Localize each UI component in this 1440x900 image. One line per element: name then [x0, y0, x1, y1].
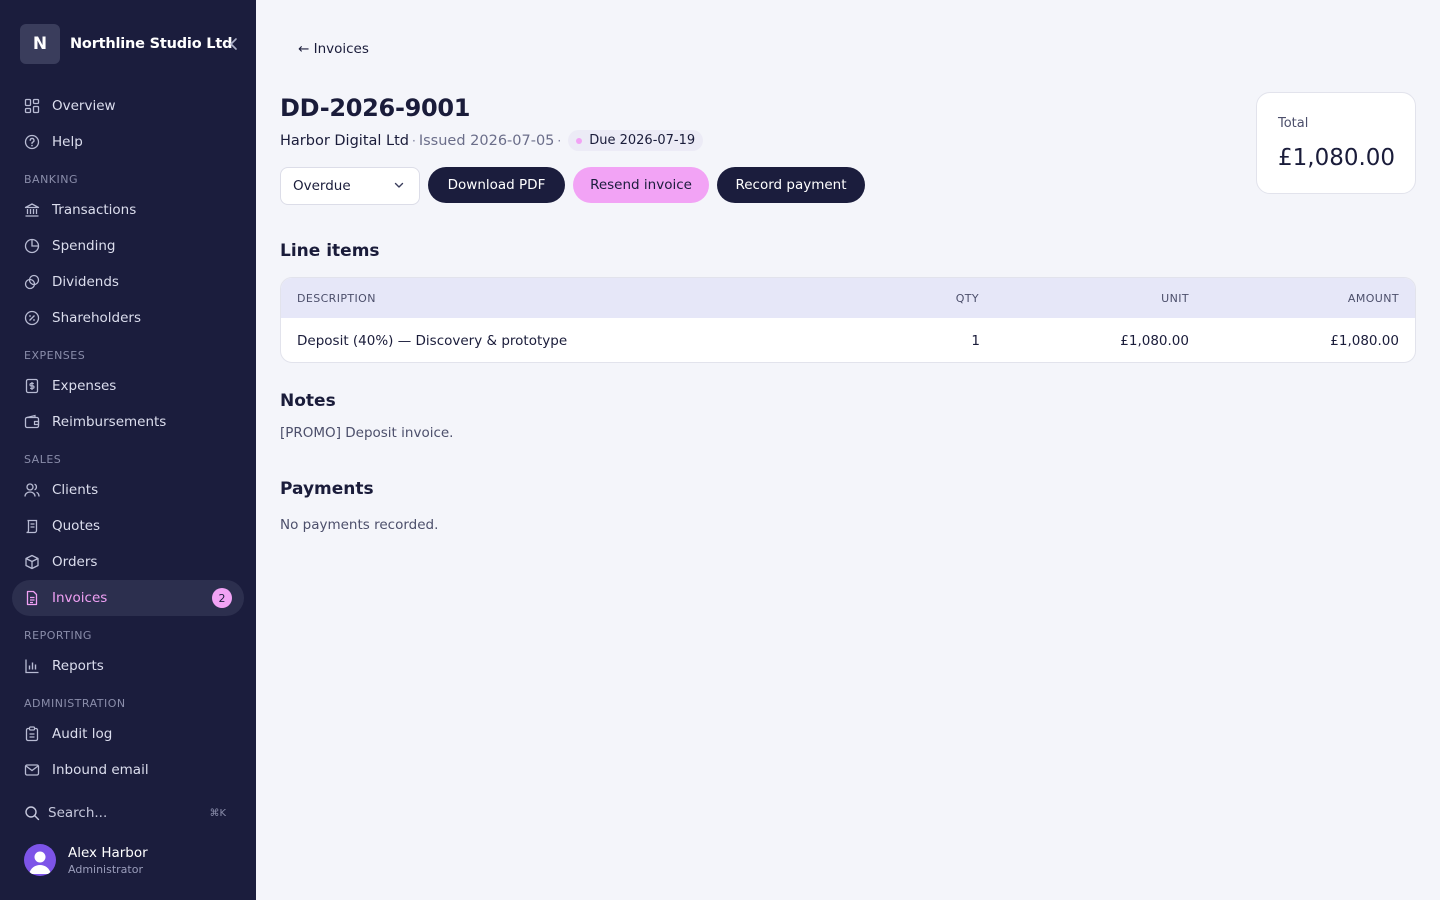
- users-icon: [24, 482, 40, 498]
- search-icon: [24, 805, 40, 821]
- sidebar-item-label: Transactions: [52, 202, 137, 218]
- bank-icon: [24, 202, 40, 218]
- section-heading-reporting: REPORTING: [24, 629, 92, 642]
- wallet-icon: [24, 414, 40, 430]
- brand-name: Northline Studio Ltd: [70, 36, 233, 52]
- table-header: DESCRIPTION QTY UNIT AMOUNT: [281, 278, 1415, 318]
- cell-qty: 1: [971, 333, 980, 349]
- sidebar-item-shareholders[interactable]: Shareholders: [12, 300, 244, 336]
- sidebar-item-help[interactable]: Help: [12, 124, 244, 160]
- payments-heading: Payments: [280, 479, 374, 499]
- column-header-unit: UNIT: [1161, 292, 1189, 305]
- sidebar-item-label: Clients: [52, 482, 99, 498]
- section-heading-banking: BANKING: [24, 173, 79, 186]
- count-badge: 2: [212, 588, 232, 608]
- cell-unit: £1,080.00: [1120, 333, 1189, 349]
- user-name: Alex Harbor: [68, 844, 148, 861]
- sidebar-item-spending[interactable]: Spending: [12, 228, 244, 264]
- brand[interactable]: N Northline Studio Ltd: [20, 24, 232, 64]
- back-to-invoices-link[interactable]: ← Invoices: [298, 41, 369, 57]
- section-heading-expenses: EXPENSES: [24, 349, 86, 362]
- sidebar-item-reimbursements[interactable]: Reimbursements: [12, 404, 244, 440]
- column-header-qty: QTY: [955, 292, 979, 305]
- percent-icon: [24, 310, 40, 326]
- sidebar-item-label: Audit log: [52, 726, 113, 742]
- cell-amount: £1,080.00: [1330, 333, 1399, 349]
- client-name: Harbor Digital Ltd: [280, 132, 409, 149]
- notes-text: [PROMO] Deposit invoice.: [280, 425, 454, 441]
- scroll-icon: [24, 518, 40, 534]
- sidebar-item-label: Shareholders: [52, 310, 141, 326]
- bar-chart-icon: [24, 658, 40, 674]
- sidebar-item-invoices[interactable]: Invoices 2: [12, 580, 244, 616]
- sidebar-item-quotes[interactable]: Quotes: [12, 508, 244, 544]
- line-items-heading: Line items: [280, 241, 380, 261]
- sidebar: N Northline Studio Ltd Overview Help BAN…: [0, 0, 256, 900]
- sidebar-item-label: Reports: [52, 658, 104, 674]
- column-header-amount: AMOUNT: [1347, 292, 1399, 305]
- status-select-value: Overdue: [293, 178, 351, 194]
- coins-icon: [24, 274, 40, 290]
- sidebar-item-label: Overview: [52, 98, 116, 114]
- dashboard-icon: [24, 98, 40, 114]
- total-card: Total £1,080.00: [1256, 92, 1416, 194]
- keyboard-shortcut: ⌘K: [209, 807, 226, 819]
- mail-icon: [24, 762, 40, 778]
- download-pdf-button[interactable]: Download PDF: [428, 167, 565, 203]
- chevron-down-icon: [393, 179, 405, 195]
- sidebar-item-label: Invoices: [52, 590, 108, 606]
- separator: ·: [412, 133, 416, 148]
- receipt-icon: [24, 378, 40, 394]
- total-value: £1,080.00: [1278, 145, 1396, 171]
- user-role: Administrator: [68, 862, 143, 876]
- notes-heading: Notes: [280, 391, 336, 411]
- payments-empty-text: No payments recorded.: [280, 517, 439, 533]
- invoice-number: DD-2026-9001: [280, 94, 471, 122]
- sidebar-item-label: Spending: [52, 238, 116, 254]
- cell-description: Deposit (40%) — Discovery & prototype: [297, 333, 568, 349]
- avatar: [24, 844, 56, 876]
- package-icon: [24, 554, 40, 570]
- sidebar-item-expenses[interactable]: Expenses: [12, 368, 244, 404]
- clipboard-icon: [24, 726, 40, 742]
- total-label: Total: [1278, 116, 1309, 131]
- section-heading-administration: ADMINISTRATION: [24, 697, 126, 710]
- user-silhouette-icon: [29, 851, 51, 874]
- sidebar-item-inbound-email[interactable]: Inbound email: [12, 752, 244, 788]
- sidebar-item-label: Orders: [52, 554, 98, 570]
- resend-invoice-button[interactable]: Resend invoice: [573, 167, 709, 203]
- sidebar-item-dividends[interactable]: Dividends: [12, 264, 244, 300]
- sidebar-item-audit-log[interactable]: Audit log: [12, 716, 244, 752]
- file-text-icon: [24, 590, 40, 606]
- sidebar-item-label: Help: [52, 134, 83, 150]
- status-select[interactable]: Overdue: [280, 167, 420, 205]
- status-dot-icon: [576, 137, 583, 144]
- record-payment-button[interactable]: Record payment: [717, 167, 865, 203]
- sidebar-search[interactable]: Search... ⌘K: [24, 802, 228, 824]
- invoice-meta: Harbor Digital Ltd · Issued 2026-07-05 ·…: [280, 130, 704, 151]
- sidebar-item-label: Dividends: [52, 274, 119, 290]
- pie-chart-icon: [24, 238, 40, 254]
- due-date-badge: Due 2026-07-19: [568, 130, 704, 151]
- collapse-sidebar-icon[interactable]: [226, 34, 242, 54]
- help-icon: [24, 134, 40, 150]
- line-items-table: DESCRIPTION QTY UNIT AMOUNT Deposit (40%…: [280, 277, 1416, 363]
- sidebar-item-transactions[interactable]: Transactions: [12, 192, 244, 228]
- separator: ·: [557, 133, 562, 148]
- sidebar-item-label: Expenses: [52, 378, 117, 394]
- sidebar-item-label: Quotes: [52, 518, 101, 534]
- sidebar-item-clients[interactable]: Clients: [12, 472, 244, 508]
- due-date: Due 2026-07-19: [589, 133, 696, 148]
- user-profile[interactable]: Alex Harbor Administrator: [24, 844, 148, 876]
- sidebar-item-orders[interactable]: Orders: [12, 544, 244, 580]
- sidebar-item-overview[interactable]: Overview: [12, 88, 244, 124]
- section-heading-sales: SALES: [24, 453, 62, 466]
- search-placeholder: Search...: [48, 805, 108, 821]
- sidebar-item-label: Inbound email: [52, 762, 149, 778]
- sidebar-item-reports[interactable]: Reports: [12, 648, 244, 684]
- brand-logo: N: [20, 24, 60, 64]
- sidebar-item-label: Reimbursements: [52, 414, 167, 430]
- issued-date: Issued 2026-07-05: [418, 132, 555, 149]
- column-header-description: DESCRIPTION: [297, 292, 376, 305]
